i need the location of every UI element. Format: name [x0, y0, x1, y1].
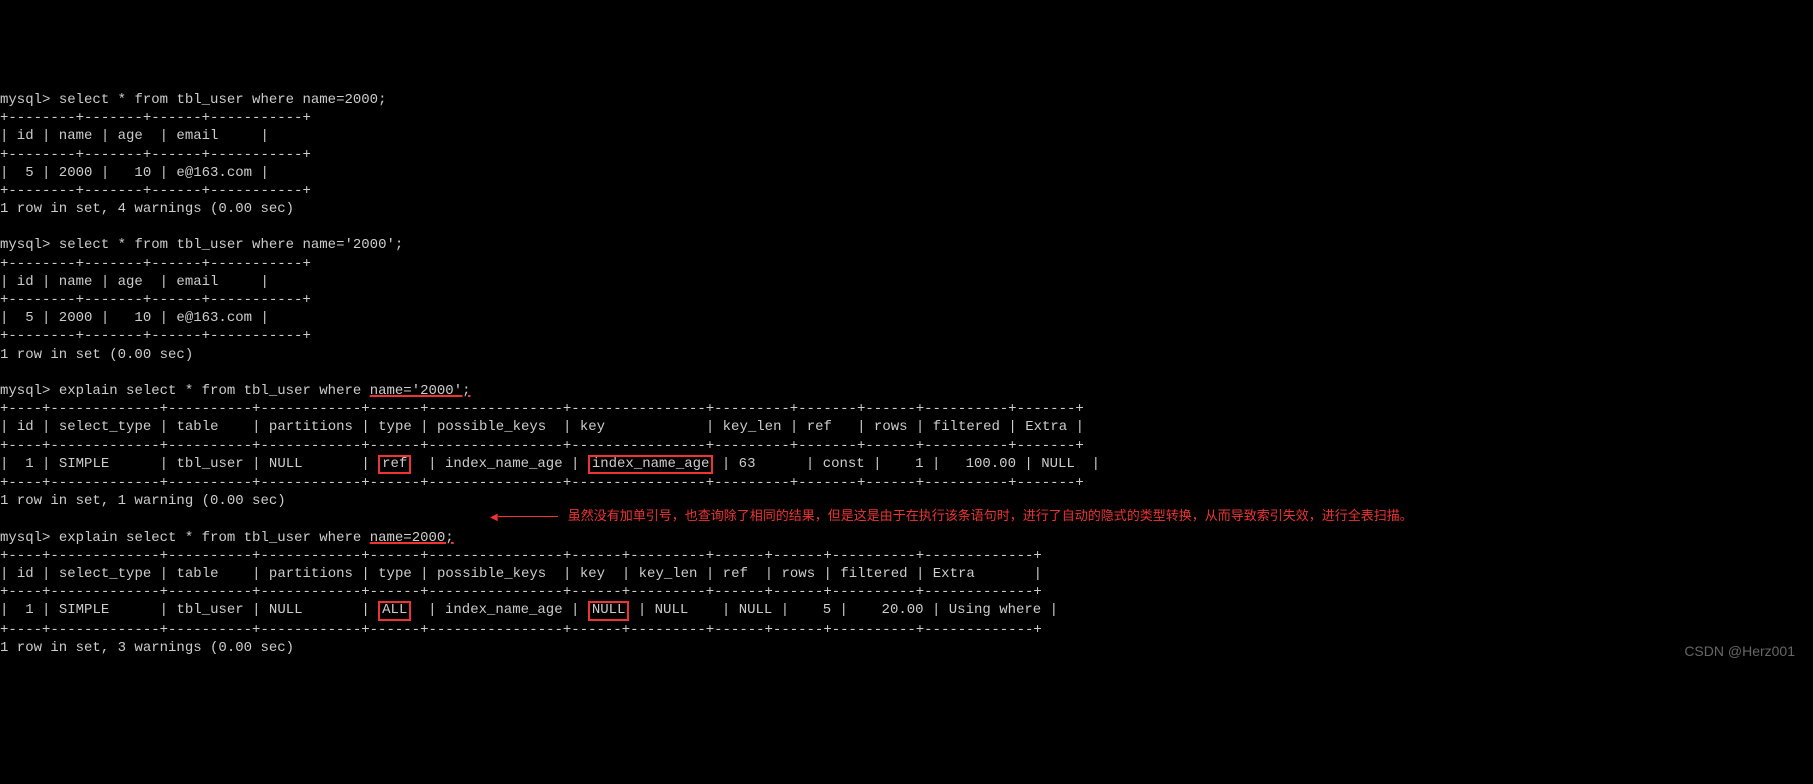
mysql-prompt: mysql>	[0, 92, 50, 108]
mysql-prompt: mysql>	[0, 383, 50, 399]
table-header: | id | name | age | email |	[0, 128, 269, 144]
query-prefix: explain select * from tbl_user where	[59, 383, 370, 399]
status-line: 1 row in set, 1 warning (0.00 sec)	[0, 493, 286, 509]
explain-border: +----+-------------+----------+---------…	[0, 548, 1042, 564]
table-border: +--------+-------+------+-----------+	[0, 292, 311, 308]
type-highlighted: ref	[378, 455, 411, 474]
explain-border: +----+-------------+----------+---------…	[0, 584, 1042, 600]
key-highlighted: NULL	[588, 601, 630, 620]
table-border: +--------+-------+------+-----------+	[0, 256, 311, 272]
query-line: select * from tbl_user where name='2000'…	[59, 237, 403, 253]
status-line: 1 row in set, 4 warnings (0.00 sec)	[0, 201, 294, 217]
query-prefix: explain select * from tbl_user where	[59, 530, 370, 546]
status-line: 1 row in set, 3 warnings (0.00 sec)	[0, 640, 294, 656]
table-row: | 5 | 2000 | 10 | e@163.com |	[0, 165, 269, 181]
table-border: +--------+-------+------+-----------+	[0, 110, 311, 126]
explain-data-row: | 1 | SIMPLE | tbl_user | NULL | ref | i…	[0, 456, 1100, 472]
explain-border: +----+-------------+----------+---------…	[0, 401, 1084, 417]
annotation-text: 虽然没有加单引号，也查询除了相同的结果，但是这是由于在执行该条语句时，进行了自动…	[568, 508, 1413, 523]
annotation-callout: 虽然没有加单引号，也查询除了相同的结果，但是这是由于在执行该条语句时，进行了自动…	[490, 508, 1790, 525]
arrow-left-icon	[490, 508, 558, 525]
annotated-line: mysql> explain select * from tbl_user wh…	[0, 530, 454, 546]
table-header: | id | name | age | email |	[0, 274, 269, 290]
table-border: +--------+-------+------+-----------+	[0, 183, 311, 199]
table-row: | 5 | 2000 | 10 | e@163.com |	[0, 310, 269, 326]
query-condition-highlighted: name=2000;	[370, 530, 454, 546]
table-border: +--------+-------+------+-----------+	[0, 147, 311, 163]
key-highlighted: index_name_age	[588, 455, 714, 474]
explain-data-row: | 1 | SIMPLE | tbl_user | NULL | ALL | i…	[0, 602, 1058, 618]
explain-border: +----+-------------+----------+---------…	[0, 622, 1042, 638]
status-line: 1 row in set (0.00 sec)	[0, 347, 193, 363]
query-condition-highlighted: name='2000';	[370, 383, 471, 399]
explain-header-row: | id | select_type | table | partitions …	[0, 566, 1042, 582]
mysql-prompt: mysql>	[0, 530, 50, 546]
query-line: select * from tbl_user where name=2000;	[59, 92, 387, 108]
explain-border: +----+-------------+----------+---------…	[0, 438, 1084, 454]
table-border: +--------+-------+------+-----------+	[0, 328, 311, 344]
terminal-output: mysql> select * from tbl_user where name…	[0, 73, 1813, 657]
type-highlighted: ALL	[378, 601, 411, 620]
mysql-prompt: mysql>	[0, 237, 50, 253]
explain-border: +----+-------------+----------+---------…	[0, 475, 1084, 491]
explain-header-row: | id | select_type | table | partitions …	[0, 419, 1084, 435]
